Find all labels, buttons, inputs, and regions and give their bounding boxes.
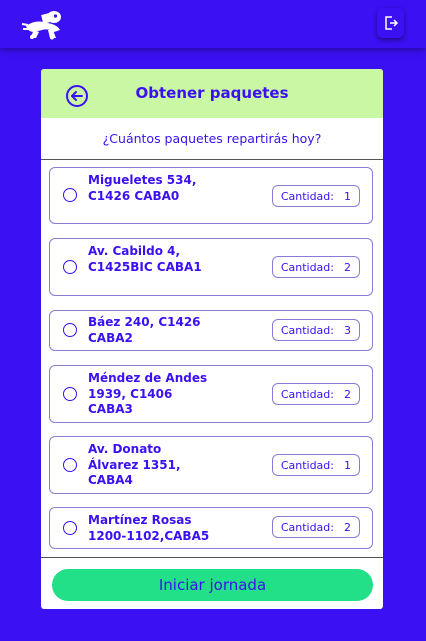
list-item[interactable]: Migueletes 534, C1426 CABA0 Cantidad: 1 bbox=[49, 167, 373, 224]
question-text: ¿Cuántos paquetes repartirás hoy? bbox=[102, 131, 322, 146]
delivery-courier-logo-icon[interactable] bbox=[20, 8, 68, 40]
radio-button[interactable] bbox=[63, 260, 77, 274]
package-address: Migueletes 534, C1426 CABA0 bbox=[88, 173, 197, 203]
package-address: Báez 240, C1426 CABA2 bbox=[88, 315, 201, 345]
quantity-label: Cantidad: bbox=[280, 323, 334, 337]
quantity-value: 1 bbox=[344, 458, 351, 472]
list-item[interactable]: Báez 240, C1426 CABA2 Cantidad: 3 bbox=[49, 310, 373, 351]
package-address: Av. Cabildo 4, C1425BIC CABA1 bbox=[88, 244, 202, 274]
quantity-label: Cantidad: bbox=[280, 189, 334, 203]
card-header: Obtener paquetes bbox=[41, 69, 383, 118]
radio-button[interactable] bbox=[63, 323, 77, 337]
logout-icon bbox=[384, 16, 398, 30]
quantity-value: 3 bbox=[344, 323, 351, 337]
radio-button[interactable] bbox=[63, 188, 77, 202]
package-address: Av. Donato Álvarez 1351, CABA4 bbox=[88, 442, 181, 487]
list-item[interactable]: Av. Cabildo 4, C1425BIC CABA1 Cantidad: … bbox=[49, 238, 373, 296]
divider bbox=[41, 557, 383, 558]
radio-button[interactable] bbox=[63, 458, 77, 472]
page-title: Obtener paquetes bbox=[135, 84, 289, 102]
start-shift-button[interactable]: Iniciar jornada bbox=[52, 569, 373, 601]
quantity-badge: Cantidad: 2 bbox=[271, 516, 360, 538]
quantity-label: Cantidad: bbox=[280, 260, 334, 274]
logout-button[interactable] bbox=[377, 8, 404, 38]
package-address: Martínez Rosas 1200-1102,CABA5 bbox=[88, 513, 210, 543]
radio-button[interactable] bbox=[63, 521, 77, 535]
quantity-value: 2 bbox=[344, 520, 351, 534]
quantity-badge: Cantidad: 2 bbox=[271, 256, 360, 278]
quantity-badge: Cantidad: 2 bbox=[271, 383, 360, 405]
divider bbox=[41, 159, 383, 160]
list-item[interactable]: Av. Donato Álvarez 1351, CABA4 Cantidad:… bbox=[49, 436, 373, 494]
quantity-label: Cantidad: bbox=[280, 387, 334, 401]
package-address: Méndez de Andes 1939, C1406 CABA3 bbox=[88, 371, 208, 416]
quantity-label: Cantidad: bbox=[280, 458, 334, 472]
list-item[interactable]: Méndez de Andes 1939, C1406 CABA3 Cantid… bbox=[49, 365, 373, 423]
list-item[interactable]: Martínez Rosas 1200-1102,CABA5 Cantidad:… bbox=[49, 507, 373, 549]
quantity-badge: Cantidad: 3 bbox=[271, 319, 360, 341]
quantity-badge: Cantidad: 1 bbox=[271, 185, 360, 207]
quantity-value: 2 bbox=[344, 387, 351, 401]
radio-button[interactable] bbox=[63, 387, 77, 401]
top-bar bbox=[0, 0, 426, 48]
quantity-value: 2 bbox=[344, 260, 351, 274]
quantity-label: Cantidad: bbox=[280, 520, 334, 534]
quantity-badge: Cantidad: 1 bbox=[271, 454, 360, 476]
packages-card: Obtener paquetes ¿Cuántos paquetes repar… bbox=[41, 69, 383, 609]
quantity-value: 1 bbox=[344, 189, 351, 203]
